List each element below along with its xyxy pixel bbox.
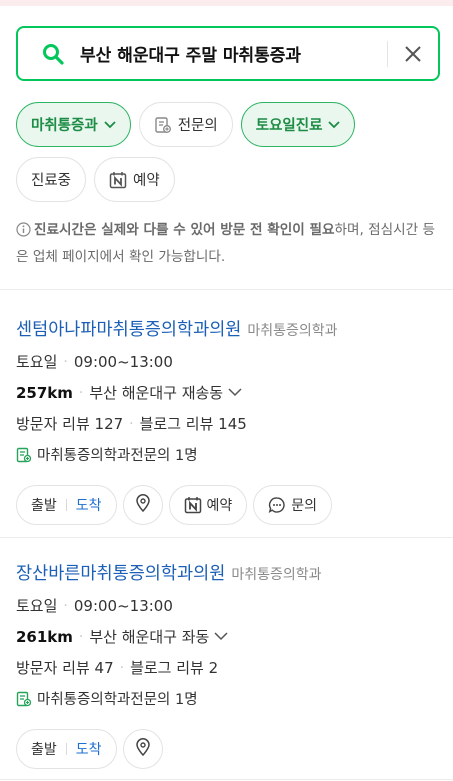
divider xyxy=(0,289,453,290)
route-button: 출발 도착 xyxy=(16,485,117,525)
result-title-line: 센텀아나파마취통증의학과의원 마취통증의학과 xyxy=(16,316,446,341)
result-name-link[interactable]: 센텀아나파마취통증의학과의원 xyxy=(16,316,241,341)
result-day: 토요일 xyxy=(16,353,58,371)
close-icon[interactable] xyxy=(400,41,426,67)
result-time: 09:00~13:00 xyxy=(73,596,173,615)
result-actions: 출발 도착 xyxy=(16,729,446,769)
result-time: 09:00~13:00 xyxy=(73,352,173,371)
result-specialist-text: 마취통증의학과전문의 1명 xyxy=(37,448,198,464)
depart-button[interactable]: 출발 xyxy=(31,495,57,515)
map-pin-icon xyxy=(135,738,151,760)
result-hours: 토요일 · 09:00~13:00 xyxy=(16,352,173,372)
result-reviews: 방문자 리뷰 127 · 블로그 리뷰 145 xyxy=(16,413,247,434)
filter-specialist-label: 전문의 xyxy=(177,118,218,134)
filter-saturday[interactable]: 토요일진료 xyxy=(240,102,356,147)
map-pin-button[interactable] xyxy=(122,485,163,525)
result-item: 장산바른마취통증의학과의원 마취통증의학과 토요일 · 09:00~13:00 … xyxy=(16,560,446,769)
result-blog-reviews[interactable]: 블로그 리뷰 2 xyxy=(130,657,218,678)
result-actions: 출발 도착 예약 문의 xyxy=(16,485,446,525)
result-name-link[interactable]: 장산바른마취통증의학과의원 xyxy=(16,560,225,585)
arrive-button[interactable]: 도착 xyxy=(76,739,102,759)
specialist-badge-icon xyxy=(16,691,32,707)
hours-notice: 진료시간은 실제와 다를 수 있어 방문 전 확인이 필요하며, 점심시간 등은… xyxy=(16,218,440,269)
filter-specialist[interactable]: 전문의 xyxy=(138,102,233,147)
filter-specialty[interactable]: 마취통증과 xyxy=(16,102,131,147)
divider xyxy=(0,537,453,538)
divider xyxy=(0,779,453,780)
result-location[interactable]: 257km · 부산 해운대구 재송동 xyxy=(16,382,446,403)
naver-booking-icon xyxy=(184,496,202,514)
specialist-badge-icon xyxy=(16,447,32,463)
result-title-line: 장산바른마취통증의학과의원 마취통증의학과 xyxy=(16,560,446,585)
chevron-down-icon xyxy=(104,120,116,129)
result-visitor-reviews[interactable]: 방문자 리뷰 47 xyxy=(16,657,114,678)
filter-open-now-label: 진료중 xyxy=(31,173,72,189)
result-specialist-text: 마취통증의학과전문의 1명 xyxy=(37,692,198,708)
result-location[interactable]: 261km · 부산 해운대구 좌동 xyxy=(16,626,446,647)
map-pin-icon xyxy=(135,494,151,516)
search-divider xyxy=(387,40,388,67)
filter-reservation-label: 예약 xyxy=(133,173,160,189)
top-border xyxy=(0,0,453,6)
reserve-label: 예약 xyxy=(206,498,233,514)
inquire-button[interactable]: 문의 xyxy=(253,485,333,525)
arrive-button[interactable]: 도착 xyxy=(76,495,102,515)
chevron-down-icon xyxy=(328,120,341,129)
result-item: 센텀아나파마취통증의학과의원 마취통증의학과 토요일 · 09:00~13:00… xyxy=(16,316,446,525)
reserve-button[interactable]: 예약 xyxy=(168,485,248,525)
filter-chips-row-1: 마취통증과 전문의 토요일진료 xyxy=(16,102,446,147)
filter-chips-row-2: 진료중 예약 xyxy=(16,157,446,202)
filter-saturday-label: 토요일진료 xyxy=(255,118,323,134)
filter-specialty-label: 마취통증과 xyxy=(31,118,98,134)
filter-open-now[interactable]: 진료중 xyxy=(16,157,87,202)
result-blog-reviews[interactable]: 블로그 리뷰 145 xyxy=(140,413,247,434)
chevron-down-icon xyxy=(228,388,242,397)
info-icon xyxy=(16,221,31,245)
result-specialist: 마취통증의학과전문의 1명 xyxy=(16,688,446,709)
result-specialist: 마취통증의학과전문의 1명 xyxy=(16,444,446,465)
result-address: 부산 해운대구 재송동 xyxy=(89,384,224,402)
result-day: 토요일 xyxy=(16,597,58,615)
map-pin-button[interactable] xyxy=(122,729,163,769)
result-address: 부산 해운대구 좌동 xyxy=(89,628,210,646)
result-visitor-reviews[interactable]: 방문자 리뷰 127 xyxy=(16,413,123,434)
filter-reservation[interactable]: 예약 xyxy=(94,157,175,202)
route-button: 출발 도착 xyxy=(16,729,117,769)
chat-bubble-icon xyxy=(268,496,286,514)
doctor-badge-icon xyxy=(154,116,172,134)
result-distance: 257km xyxy=(16,383,73,402)
inquire-label: 문의 xyxy=(291,498,318,514)
search-icon xyxy=(40,41,66,67)
depart-button[interactable]: 출발 xyxy=(31,739,57,759)
search-input[interactable]: 부산 해운대구 주말 마취통증과 xyxy=(80,41,379,66)
search-bar[interactable]: 부산 해운대구 주말 마취통증과 xyxy=(16,26,440,81)
naver-booking-icon xyxy=(109,171,127,189)
result-category: 마취통증의학과 xyxy=(231,567,322,583)
result-category: 마취통증의학과 xyxy=(247,323,338,339)
result-hours: 토요일 · 09:00~13:00 xyxy=(16,596,173,616)
result-distance: 261km xyxy=(16,627,73,646)
hours-notice-bold: 진료시간은 실제와 다를 수 있어 방문 전 확인이 필요 xyxy=(34,222,335,238)
result-reviews: 방문자 리뷰 47 · 블로그 리뷰 2 xyxy=(16,657,219,678)
chevron-down-icon xyxy=(214,632,228,641)
